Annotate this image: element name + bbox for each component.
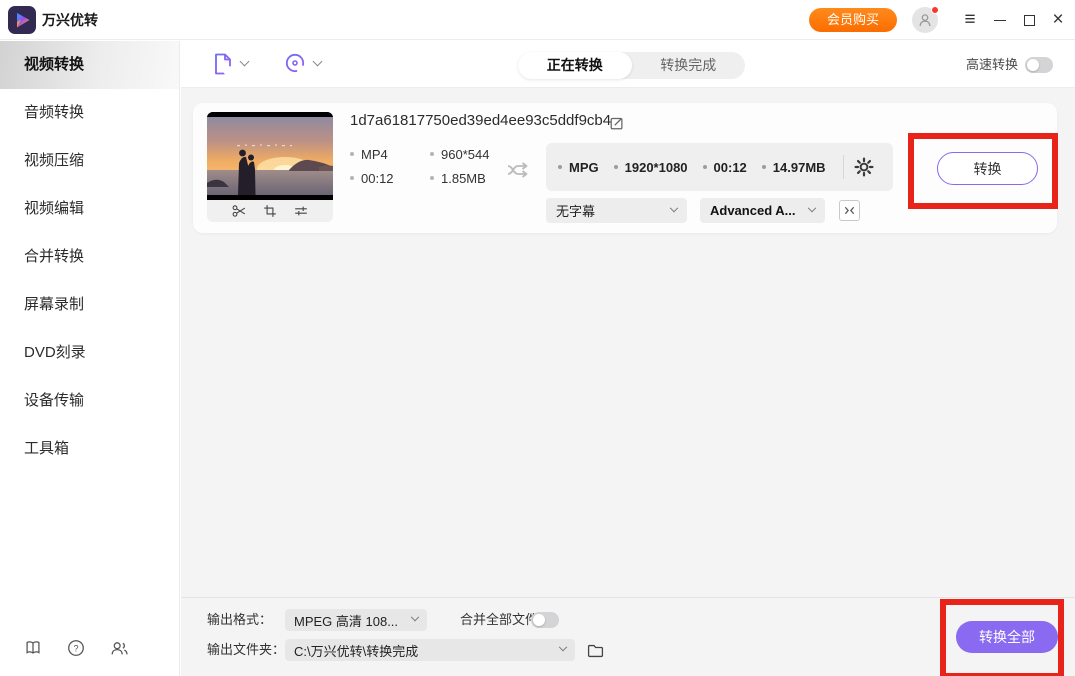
sidebar-item-screen-record[interactable]: 屏幕录制 <box>0 281 179 329</box>
svg-text:?: ? <box>73 643 78 653</box>
source-info: MP4 960*544 00:12 1.85MB <box>350 142 489 190</box>
chevron-down-icon <box>411 613 419 621</box>
merge-all-toggle[interactable] <box>531 612 559 628</box>
effects-adjust-icon[interactable] <box>293 203 309 219</box>
app-title: 万兴优转 <box>42 0 98 40</box>
person-icon <box>917 12 933 28</box>
output-duration: 00:12 <box>703 160 747 175</box>
thumbnail-image <box>207 112 333 200</box>
output-format-select[interactable]: MPEG 高清 108... <box>285 609 427 631</box>
user-avatar[interactable] <box>912 7 938 33</box>
toggle-knob <box>533 614 545 626</box>
sidebar-item-merge-convert[interactable]: 合并转换 <box>0 233 179 281</box>
titlebar: 万兴优转 会员购买 ≡ × <box>0 0 1075 40</box>
output-size: 14.97MB <box>762 160 826 175</box>
main-toolbar: 正在转换 转换完成 高速转换 <box>181 41 1075 88</box>
content-area: 1d7a61817750ed39ed4ee93c5ddf9cb4 MP4 960… <box>181 88 1075 676</box>
merge-all-label: 合并全部文件 <box>460 609 538 631</box>
audio-track-select[interactable]: Advanced A... <box>700 198 825 223</box>
footer-divider <box>181 597 1075 598</box>
maximize-button[interactable] <box>1016 0 1042 40</box>
add-file-dropdown-chevron-icon[interactable] <box>240 57 250 67</box>
file-name: 1d7a61817750ed39ed4ee93c5ddf9cb4 <box>350 112 611 129</box>
source-format: MP4 <box>350 142 430 166</box>
minimize-button[interactable] <box>987 0 1013 40</box>
app-window: 万兴优转 会员购买 ≡ × 视频转换 音频转换 视频压缩 视频编辑 合并转换 屏… <box>0 0 1075 676</box>
output-resolution: 1920*1080 <box>614 160 688 175</box>
output-folder-select[interactable]: C:\万兴优转\转换完成 <box>285 639 575 661</box>
sidebar-item-audio-convert[interactable]: 音频转换 <box>0 89 179 137</box>
add-disc-icon[interactable] <box>283 51 309 77</box>
source-resolution: 960*544 <box>430 142 489 166</box>
sidebar-item-device-transfer[interactable]: 设备传输 <box>0 377 179 425</box>
chevron-down-icon <box>559 643 567 651</box>
sidebar-item-video-edit[interactable]: 视频编辑 <box>0 185 179 233</box>
close-button[interactable]: × <box>1045 0 1071 40</box>
divider <box>843 155 844 179</box>
maximize-icon <box>1024 15 1035 26</box>
high-speed-toggle[interactable] <box>1025 57 1053 73</box>
high-speed-label: 高速转换 <box>966 41 1018 88</box>
status-tabs: 正在转换 转换完成 <box>518 52 745 79</box>
menu-button[interactable]: ≡ <box>957 0 983 40</box>
contact-support-icon[interactable] <box>109 638 129 658</box>
notification-dot <box>931 6 939 14</box>
sidebar-item-toolbox[interactable]: 工具箱 <box>0 425 179 473</box>
sidebar-item-dvd-burn[interactable]: DVD刻录 <box>0 329 179 377</box>
output-info-pill: MPG 1920*1080 00:12 14.97MB <box>546 143 893 191</box>
tab-converting[interactable]: 正在转换 <box>518 52 632 79</box>
app-logo-icon <box>8 6 36 34</box>
collapse-row-button[interactable] <box>839 200 860 221</box>
subtitle-select[interactable]: 无字幕 <box>546 198 687 223</box>
help-icon[interactable]: ? <box>66 638 86 658</box>
chevron-down-icon <box>808 203 816 211</box>
minimize-icon <box>994 20 1006 21</box>
output-format-label: 输出格式： <box>207 609 272 631</box>
sidebar: 视频转换 音频转换 视频压缩 视频编辑 合并转换 屏幕录制 DVD刻录 设备传输… <box>0 41 180 676</box>
add-disc-dropdown-chevron-icon[interactable] <box>313 57 323 67</box>
convert-direction-shuffle-icon <box>504 156 532 184</box>
edit-tools-bar <box>207 200 333 222</box>
tab-finished[interactable]: 转换完成 <box>632 52 746 79</box>
output-format: MPG <box>558 160 599 175</box>
video-thumbnail[interactable] <box>207 112 333 222</box>
crop-icon[interactable] <box>262 203 278 219</box>
output-settings-gear-icon[interactable] <box>854 157 874 177</box>
output-folder-label: 输出文件夹： <box>207 639 285 661</box>
collapse-arrows-icon <box>843 204 856 217</box>
convert-button[interactable]: 转换 <box>937 152 1038 185</box>
convert-all-button[interactable]: 转换全部 <box>956 621 1058 653</box>
source-size: 1.85MB <box>430 166 489 190</box>
file-card: 1d7a61817750ed39ed4ee93c5ddf9cb4 MP4 960… <box>193 103 1057 233</box>
rename-edit-icon[interactable] <box>609 115 625 131</box>
add-file-icon[interactable] <box>210 51 236 77</box>
sidebar-item-video-compress[interactable]: 视频压缩 <box>0 137 179 185</box>
sidebar-item-video-convert[interactable]: 视频转换 <box>0 41 179 89</box>
membership-buy-button[interactable]: 会员购买 <box>809 8 897 32</box>
chevron-down-icon <box>670 203 678 211</box>
sidebar-footer: ? <box>0 638 180 664</box>
open-folder-icon[interactable] <box>586 641 605 660</box>
trim-scissors-icon[interactable] <box>231 203 247 219</box>
source-duration: 00:12 <box>350 166 430 190</box>
toggle-knob <box>1027 59 1039 71</box>
user-guide-book-icon[interactable] <box>23 638 43 658</box>
